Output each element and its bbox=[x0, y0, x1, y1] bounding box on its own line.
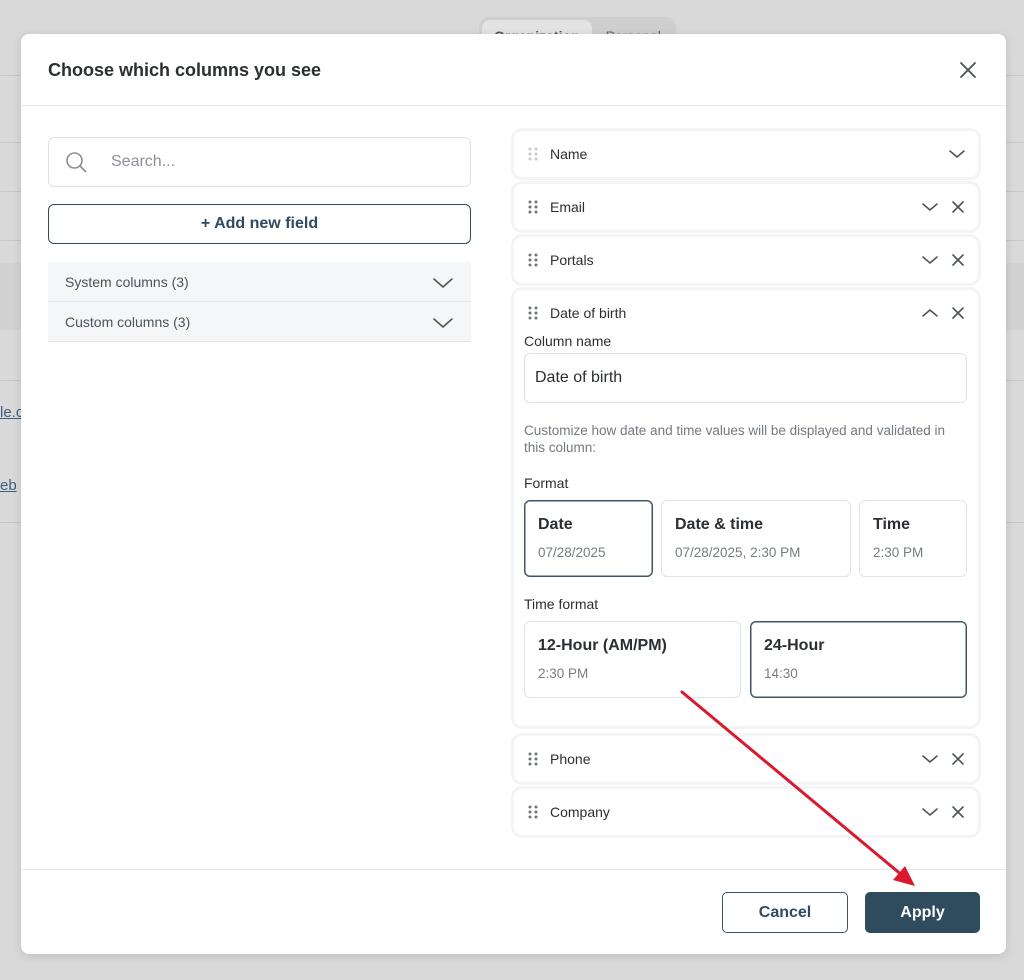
remove-column-icon[interactable] bbox=[950, 804, 966, 820]
column-item-name[interactable]: Name bbox=[514, 131, 978, 177]
close-button[interactable] bbox=[956, 58, 980, 82]
search-input[interactable] bbox=[111, 138, 451, 186]
time-format-option-example: 14:30 bbox=[764, 666, 798, 681]
format-option-date[interactable]: Date 07/28/2025 bbox=[524, 500, 653, 577]
drag-handle-icon[interactable] bbox=[527, 199, 539, 215]
format-label: Format bbox=[524, 475, 569, 491]
format-option-date-time[interactable]: Date & time 07/28/2025, 2:30 PM bbox=[661, 500, 851, 577]
column-name-input[interactable] bbox=[524, 353, 967, 403]
time-format-option-example: 2:30 PM bbox=[538, 666, 589, 681]
column-name-label: Company bbox=[550, 804, 610, 820]
drag-handle-icon[interactable] bbox=[527, 252, 539, 268]
time-format-option-24-hour[interactable]: 24-Hour 14:30 bbox=[750, 621, 967, 698]
background-email-link: le.c bbox=[0, 404, 22, 421]
column-item-date-of-birth: Date of birth Column name Customize how … bbox=[514, 290, 978, 726]
accordion-custom-columns[interactable]: Custom columns (3) bbox=[48, 302, 471, 342]
columns-modal: Choose which columns you see + Add new f… bbox=[21, 34, 1006, 954]
background-divider bbox=[0, 191, 22, 192]
chevron-down-icon[interactable] bbox=[948, 145, 966, 163]
column-name-label: Portals bbox=[550, 252, 594, 268]
format-option-example: 07/28/2025, 2:30 PM bbox=[675, 545, 801, 560]
background-divider bbox=[0, 142, 22, 143]
chevron-down-icon[interactable] bbox=[921, 750, 939, 768]
chevron-down-icon bbox=[433, 318, 453, 328]
background-divider bbox=[1006, 191, 1024, 192]
chevron-down-icon[interactable] bbox=[921, 198, 939, 216]
modal-title: Choose which columns you see bbox=[48, 60, 322, 80]
background-table-header bbox=[1006, 263, 1024, 330]
column-name-label: Date of birth bbox=[550, 305, 627, 321]
accordion-system-columns[interactable]: System columns (3) bbox=[48, 262, 471, 302]
background-divider bbox=[0, 240, 22, 241]
accordion-label: System columns (3) bbox=[65, 273, 189, 290]
format-option-time[interactable]: Time 2:30 PM bbox=[859, 500, 967, 577]
accordion-label: Custom columns (3) bbox=[65, 313, 191, 330]
column-header-date-of-birth[interactable]: Date of birth bbox=[514, 290, 978, 336]
background-email-link: eb bbox=[0, 477, 17, 494]
drag-handle-icon[interactable] bbox=[527, 146, 539, 162]
format-option-title: Date bbox=[538, 516, 573, 533]
chevron-down-icon[interactable] bbox=[921, 803, 939, 821]
add-new-field-button[interactable]: + Add new field bbox=[48, 204, 471, 244]
remove-column-icon[interactable] bbox=[950, 252, 966, 268]
background-divider bbox=[0, 75, 22, 76]
search-field[interactable] bbox=[48, 137, 471, 187]
column-item-email[interactable]: Email bbox=[514, 184, 978, 230]
column-item-company[interactable]: Company bbox=[514, 789, 978, 835]
column-name-label: Phone bbox=[550, 751, 591, 767]
column-item-portals[interactable]: Portals bbox=[514, 237, 978, 283]
chevron-down-icon bbox=[433, 278, 453, 288]
drag-handle-icon[interactable] bbox=[527, 305, 539, 321]
column-name-label: Email bbox=[550, 199, 586, 215]
background-divider bbox=[1006, 142, 1024, 143]
apply-button[interactable]: Apply bbox=[865, 892, 980, 933]
background-divider bbox=[0, 522, 22, 523]
format-option-example: 2:30 PM bbox=[873, 545, 924, 560]
time-format-option-title: 12-Hour (AM/PM) bbox=[538, 637, 667, 654]
background-divider bbox=[1006, 380, 1024, 381]
time-format-label: Time format bbox=[524, 596, 599, 612]
background-divider bbox=[1006, 75, 1024, 76]
format-help-text: Customize how date and time values will … bbox=[524, 423, 945, 455]
cancel-button[interactable]: Cancel bbox=[722, 892, 848, 933]
background-divider bbox=[0, 380, 22, 381]
remove-column-icon[interactable] bbox=[950, 305, 966, 321]
background-divider bbox=[1006, 240, 1024, 241]
column-item-phone[interactable]: Phone bbox=[514, 736, 978, 782]
modal-header: Choose which columns you see bbox=[21, 34, 1006, 106]
close-icon bbox=[960, 62, 976, 78]
drag-handle-icon[interactable] bbox=[527, 751, 539, 767]
chevron-down-icon[interactable] bbox=[921, 251, 939, 269]
column-name-field-label: Column name bbox=[524, 333, 612, 349]
background-table-header bbox=[0, 263, 22, 330]
search-icon bbox=[66, 152, 87, 173]
column-groups: System columns (3) Custom columns (3) bbox=[48, 262, 471, 342]
time-format-option-title: 24-Hour bbox=[764, 637, 825, 654]
modal-footer: Cancel Apply bbox=[21, 869, 1006, 954]
column-name-label: Name bbox=[550, 146, 588, 162]
format-option-title: Date & time bbox=[675, 516, 764, 533]
format-option-title: Time bbox=[873, 516, 911, 533]
time-format-option-12-hour[interactable]: 12-Hour (AM/PM) 2:30 PM bbox=[524, 621, 741, 698]
format-option-example: 07/28/2025 bbox=[538, 545, 606, 560]
drag-handle-icon[interactable] bbox=[527, 804, 539, 820]
remove-column-icon[interactable] bbox=[950, 751, 966, 767]
background-divider bbox=[1006, 522, 1024, 523]
remove-column-icon[interactable] bbox=[950, 199, 966, 215]
chevron-up-icon[interactable] bbox=[921, 304, 939, 322]
